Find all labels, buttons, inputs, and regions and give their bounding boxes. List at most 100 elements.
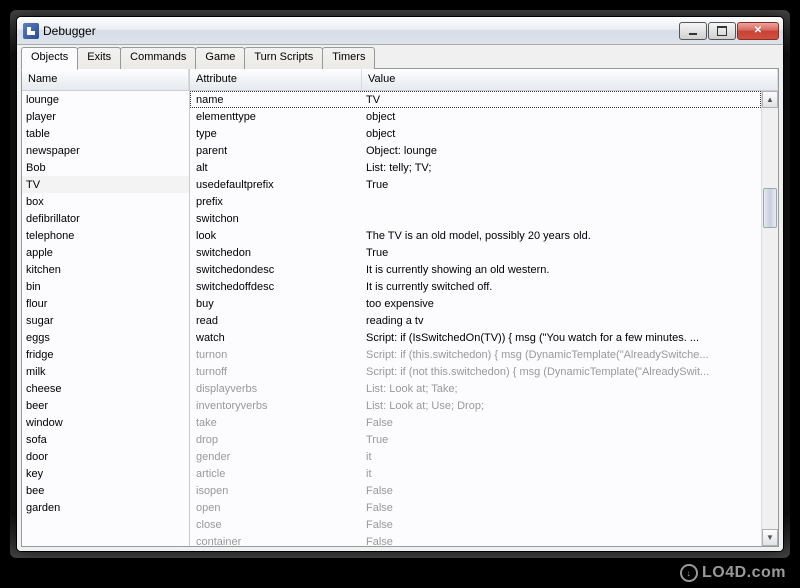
attribute-name: close bbox=[190, 519, 362, 531]
list-item[interactable]: newspaper bbox=[22, 142, 189, 159]
table-row[interactable]: switchedondescIt is currently showing an… bbox=[190, 261, 761, 278]
table-row[interactable]: openFalse bbox=[190, 499, 761, 516]
objects-panel: Name loungeplayertablenewspaperBobTVboxd… bbox=[22, 69, 190, 546]
attribute-name: container bbox=[190, 536, 362, 547]
list-item[interactable]: window bbox=[22, 414, 189, 431]
attribute-name: elementtype bbox=[190, 111, 362, 123]
attribute-column-header[interactable]: Attribute bbox=[190, 69, 362, 90]
attribute-name: drop bbox=[190, 434, 362, 446]
table-row[interactable]: lookThe TV is an old model, possibly 20 … bbox=[190, 227, 761, 244]
attribute-name: look bbox=[190, 230, 362, 242]
close-button[interactable] bbox=[737, 22, 779, 40]
attribute-value: object bbox=[362, 128, 761, 140]
scroll-up-button[interactable]: ▲ bbox=[762, 91, 778, 108]
table-row[interactable]: containerFalse bbox=[190, 533, 761, 546]
table-row[interactable]: prefix bbox=[190, 193, 761, 210]
list-item[interactable]: kitchen bbox=[22, 261, 189, 278]
list-item[interactable]: key bbox=[22, 465, 189, 482]
attribute-name: article bbox=[190, 468, 362, 480]
watermark: ↓ LO4D.com bbox=[680, 564, 786, 582]
list-item[interactable]: beer bbox=[22, 397, 189, 414]
table-row[interactable]: switchedonTrue bbox=[190, 244, 761, 261]
table-row[interactable]: takeFalse bbox=[190, 414, 761, 431]
attribute-name: switchedondesc bbox=[190, 264, 362, 276]
tab-objects[interactable]: Objects bbox=[21, 47, 78, 70]
table-row[interactable]: switchon bbox=[190, 210, 761, 227]
table-row[interactable]: usedefaultprefixTrue bbox=[190, 176, 761, 193]
table-row[interactable]: inventoryverbsList: Look at; Use; Drop; bbox=[190, 397, 761, 414]
list-item[interactable]: milk bbox=[22, 363, 189, 380]
tab-turn-scripts[interactable]: Turn Scripts bbox=[244, 47, 323, 69]
list-item[interactable]: eggs bbox=[22, 329, 189, 346]
attribute-name: turnon bbox=[190, 349, 362, 361]
table-row[interactable]: closeFalse bbox=[190, 516, 761, 533]
table-row[interactable]: parentObject: lounge bbox=[190, 142, 761, 159]
table-row[interactable]: displayverbsList: Look at; Take; bbox=[190, 380, 761, 397]
list-item[interactable]: player bbox=[22, 108, 189, 125]
titlebar[interactable]: Debugger bbox=[17, 17, 783, 45]
list-item[interactable]: apple bbox=[22, 244, 189, 261]
list-item[interactable]: sugar bbox=[22, 312, 189, 329]
list-item[interactable]: garden bbox=[22, 499, 189, 516]
objects-header: Name bbox=[22, 69, 189, 91]
tab-game[interactable]: Game bbox=[195, 47, 245, 69]
list-item[interactable]: box bbox=[22, 193, 189, 210]
attribute-value: False bbox=[362, 536, 761, 547]
table-row[interactable]: genderit bbox=[190, 448, 761, 465]
table-row[interactable]: typeobject bbox=[190, 125, 761, 142]
scrollbar[interactable]: ▲ ▼ bbox=[761, 91, 778, 546]
attribute-name: displayverbs bbox=[190, 383, 362, 395]
attribute-value: True bbox=[362, 247, 761, 259]
tab-commands[interactable]: Commands bbox=[120, 47, 196, 69]
attribute-value: List: telly; TV; bbox=[362, 162, 761, 174]
attribute-value: False bbox=[362, 417, 761, 429]
list-item[interactable]: defibrillator bbox=[22, 210, 189, 227]
table-row[interactable]: turnoffScript: if (not this.switchedon) … bbox=[190, 363, 761, 380]
table-row[interactable]: dropTrue bbox=[190, 431, 761, 448]
attribute-value: It is currently showing an old western. bbox=[362, 264, 761, 276]
value-column-header[interactable]: Value bbox=[362, 69, 778, 90]
attributes-list[interactable]: nameTVelementtypeobjecttypeobjectparentO… bbox=[190, 91, 761, 546]
table-row[interactable]: readreading a tv bbox=[190, 312, 761, 329]
attribute-value: Object: lounge bbox=[362, 145, 761, 157]
table-row[interactable]: nameTV bbox=[190, 91, 761, 108]
list-item[interactable]: cheese bbox=[22, 380, 189, 397]
table-row[interactable]: elementtypeobject bbox=[190, 108, 761, 125]
list-item[interactable]: telephone bbox=[22, 227, 189, 244]
list-item[interactable]: flour bbox=[22, 295, 189, 312]
table-row[interactable]: altList: telly; TV; bbox=[190, 159, 761, 176]
list-item[interactable]: TV bbox=[22, 176, 189, 193]
objects-list[interactable]: loungeplayertablenewspaperBobTVboxdefibr… bbox=[22, 91, 189, 546]
list-item[interactable]: lounge bbox=[22, 91, 189, 108]
minimize-button[interactable] bbox=[679, 22, 707, 40]
scroll-thumb[interactable] bbox=[763, 188, 777, 228]
attribute-value: TV bbox=[362, 94, 761, 106]
list-item[interactable]: fridge bbox=[22, 346, 189, 363]
list-item[interactable]: Bob bbox=[22, 159, 189, 176]
attribute-name: parent bbox=[190, 145, 362, 157]
attribute-name: switchedoffdesc bbox=[190, 281, 362, 293]
tab-timers[interactable]: Timers bbox=[322, 47, 375, 69]
attribute-value: too expensive bbox=[362, 298, 761, 310]
table-row[interactable]: buytoo expensive bbox=[190, 295, 761, 312]
attributes-header: Attribute Value bbox=[190, 69, 778, 91]
list-item[interactable]: door bbox=[22, 448, 189, 465]
table-row[interactable]: turnonScript: if (this.switchedon) { msg… bbox=[190, 346, 761, 363]
table-row[interactable]: isopenFalse bbox=[190, 482, 761, 499]
table-row[interactable]: articleit bbox=[190, 465, 761, 482]
attribute-value: False bbox=[362, 519, 761, 531]
attribute-name: buy bbox=[190, 298, 362, 310]
list-item[interactable]: bee bbox=[22, 482, 189, 499]
attribute-value: reading a tv bbox=[362, 315, 761, 327]
tab-exits[interactable]: Exits bbox=[77, 47, 121, 69]
attribute-value: True bbox=[362, 179, 761, 191]
table-row[interactable]: switchedoffdescIt is currently switched … bbox=[190, 278, 761, 295]
table-row[interactable]: watchScript: if (IsSwitchedOn(TV)) { msg… bbox=[190, 329, 761, 346]
name-column-header[interactable]: Name bbox=[22, 69, 189, 90]
list-item[interactable]: bin bbox=[22, 278, 189, 295]
list-item[interactable]: table bbox=[22, 125, 189, 142]
scroll-down-button[interactable]: ▼ bbox=[762, 529, 778, 546]
list-item[interactable]: sofa bbox=[22, 431, 189, 448]
maximize-button[interactable] bbox=[708, 22, 736, 40]
attribute-name: usedefaultprefix bbox=[190, 179, 362, 191]
